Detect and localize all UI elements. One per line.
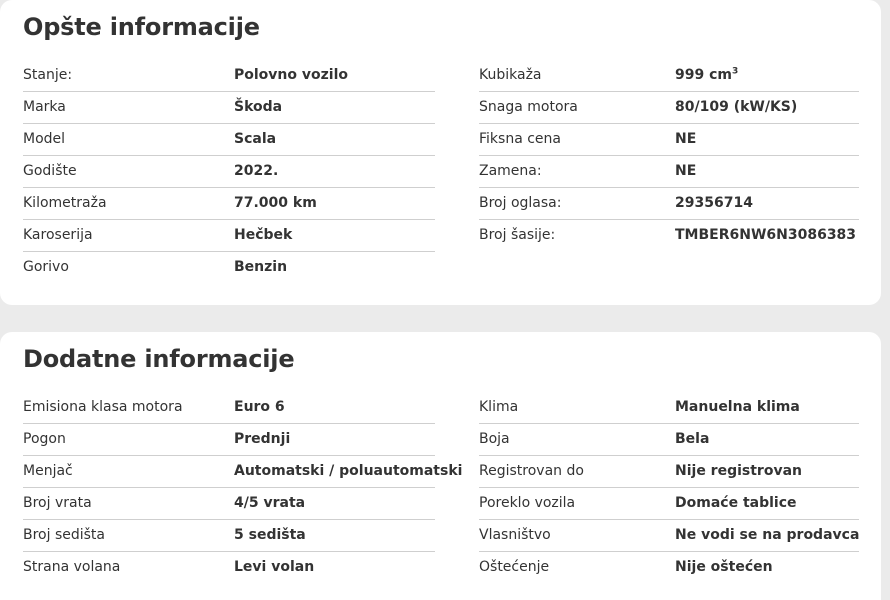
general-info-title: Opšte informacije bbox=[23, 13, 260, 41]
spec-value: Polovno vozilo bbox=[234, 67, 348, 83]
spec-row-displacement: Kubikaža 999 cm3 bbox=[479, 60, 859, 92]
additional-info-right-column: Klima Manuelna klima Boja Bela Registrov… bbox=[479, 392, 859, 584]
spec-row-body-type: Karoserija Hečbek bbox=[23, 220, 435, 252]
spec-value: 999 cm3 bbox=[675, 67, 738, 83]
spec-label: Stanje: bbox=[23, 67, 73, 83]
general-info-right-column: Kubikaža 999 cm3 Snaga motora 80/109 (kW… bbox=[479, 60, 859, 252]
spec-value: Scala bbox=[234, 131, 277, 147]
spec-value: 80/109 (kW/KS) bbox=[675, 99, 798, 115]
spec-value: 29356714 bbox=[675, 195, 753, 211]
spec-value: NE bbox=[675, 131, 697, 147]
spec-row-vin: Broj šasije: TMBER6NW6N3086383 bbox=[479, 220, 859, 252]
general-info-left-column: Stanje: Polovno vozilo Marka Škoda Model… bbox=[23, 60, 435, 284]
spec-row-transmission: Menjač Automatski / poluautomatski bbox=[23, 456, 462, 488]
spec-label: Godište bbox=[23, 163, 77, 179]
spec-value: Ne vodi se na prodavca bbox=[675, 527, 860, 543]
spec-label: Boja bbox=[479, 431, 510, 447]
spec-row-listing-number: Broj oglasa: 29356714 bbox=[479, 188, 859, 220]
spec-value: Nije oštećen bbox=[675, 559, 773, 575]
spec-row-registered-until: Registrovan do Nije registrovan bbox=[479, 456, 859, 488]
spec-label: Broj šasije: bbox=[479, 227, 556, 243]
spec-value: 5 sedišta bbox=[234, 527, 306, 543]
spec-row-year: Godište 2022. bbox=[23, 156, 435, 188]
spec-row-condition: Stanje: Polovno vozilo bbox=[23, 60, 435, 92]
spec-value: Manuelna klima bbox=[675, 399, 800, 415]
spec-label: Pogon bbox=[23, 431, 66, 447]
spec-label: Broj oglasa: bbox=[479, 195, 562, 211]
spec-label: Oštećenje bbox=[479, 559, 550, 575]
spec-label: Emisiona klasa motora bbox=[23, 399, 183, 415]
spec-value: Automatski / poluautomatski bbox=[234, 463, 463, 479]
spec-label: Klima bbox=[479, 399, 519, 415]
spec-label: Registrovan do bbox=[479, 463, 584, 479]
spec-label: Gorivo bbox=[23, 259, 69, 275]
spec-value: NE bbox=[675, 163, 697, 179]
displacement-unit-superscript: 3 bbox=[731, 66, 739, 77]
displacement-value: 999 cm bbox=[675, 67, 732, 83]
spec-label: Karoserija bbox=[23, 227, 93, 243]
spec-value: Euro 6 bbox=[234, 399, 285, 415]
additional-info-title: Dodatne informacije bbox=[23, 345, 295, 373]
spec-value: Prednji bbox=[234, 431, 291, 447]
spec-value: 4/5 vrata bbox=[234, 495, 306, 511]
spec-value: Levi volan bbox=[234, 559, 315, 575]
spec-row-vehicle-origin: Poreklo vozila Domaće tablice bbox=[479, 488, 859, 520]
spec-row-seats: Broj sedišta 5 sedišta bbox=[23, 520, 435, 552]
spec-row-air-conditioning: Klima Manuelna klima bbox=[479, 392, 859, 424]
spec-label: Marka bbox=[23, 99, 66, 115]
spec-label: Broj vrata bbox=[23, 495, 92, 511]
spec-row-steering-side: Strana volana Levi volan bbox=[23, 552, 435, 584]
spec-label: Kubikaža bbox=[479, 67, 542, 83]
spec-value: TMBER6NW6N3086383 bbox=[675, 227, 857, 243]
spec-row-drive: Pogon Prednji bbox=[23, 424, 435, 456]
additional-info-card: Dodatne informacije Emisiona klasa motor… bbox=[0, 332, 881, 600]
spec-row-model: Model Scala bbox=[23, 124, 435, 156]
spec-label: Vlasništvo bbox=[479, 527, 551, 543]
general-info-card: Opšte informacije Stanje: Polovno vozilo… bbox=[0, 0, 881, 305]
spec-value: Škoda bbox=[234, 99, 283, 115]
spec-label: Poreklo vozila bbox=[479, 495, 576, 511]
spec-value: Nije registrovan bbox=[675, 463, 802, 479]
spec-row-emission-class: Emisiona klasa motora Euro 6 bbox=[23, 392, 435, 424]
spec-value: Domaće tablice bbox=[675, 495, 797, 511]
spec-label: Model bbox=[23, 131, 66, 147]
spec-row-exchange: Zamena: NE bbox=[479, 156, 859, 188]
spec-row-color: Boja Bela bbox=[479, 424, 859, 456]
spec-value: Hečbek bbox=[234, 227, 293, 243]
spec-value: 2022. bbox=[234, 163, 279, 179]
spec-row-engine-power: Snaga motora 80/109 (kW/KS) bbox=[479, 92, 859, 124]
spec-label: Broj sedišta bbox=[23, 527, 106, 543]
spec-value: Benzin bbox=[234, 259, 288, 275]
spec-label: Fiksna cena bbox=[479, 131, 561, 147]
spec-label: Kilometraža bbox=[23, 195, 107, 211]
spec-row-mileage: Kilometraža 77.000 km bbox=[23, 188, 435, 220]
spec-row-doors: Broj vrata 4/5 vrata bbox=[23, 488, 435, 520]
spec-row-make: Marka Škoda bbox=[23, 92, 435, 124]
additional-info-left-column: Emisiona klasa motora Euro 6 Pogon Predn… bbox=[23, 392, 462, 584]
spec-label: Strana volana bbox=[23, 559, 121, 575]
spec-label: Menjač bbox=[23, 463, 73, 479]
spec-label: Snaga motora bbox=[479, 99, 578, 115]
spec-value: Bela bbox=[675, 431, 710, 447]
spec-value: 77.000 km bbox=[234, 195, 317, 211]
spec-row-damage: Oštećenje Nije oštećen bbox=[479, 552, 859, 584]
spec-row-fuel: Gorivo Benzin bbox=[23, 252, 435, 284]
spec-row-fixed-price: Fiksna cena NE bbox=[479, 124, 859, 156]
spec-row-ownership: Vlasništvo Ne vodi se na prodavca bbox=[479, 520, 859, 552]
spec-label: Zamena: bbox=[479, 163, 542, 179]
